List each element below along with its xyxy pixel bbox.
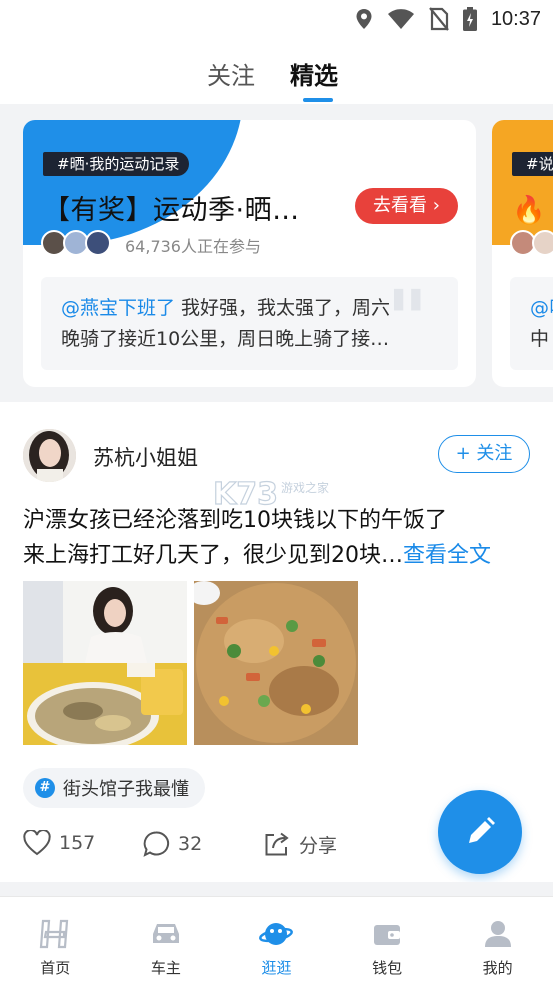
quote-line-2: 中 [530, 328, 550, 350]
nav-label: 首页 [40, 959, 71, 977]
nav-item-home[interactable]: 首页 [0, 897, 111, 983]
pencil-icon [469, 817, 495, 843]
nav-label: 车主 [150, 959, 181, 977]
quote-username[interactable]: @叫 [530, 297, 553, 319]
compose-button[interactable] [438, 790, 522, 874]
status-time: 10:37 [490, 7, 541, 30]
svg-text:游戏之家: 游戏之家 [281, 480, 329, 495]
post-hashtag[interactable]: # 街头馆子我最懂 [23, 768, 205, 808]
participant-count: 64,736人正在参与 [125, 237, 261, 256]
featured-quote[interactable]: @叫 中 [510, 277, 553, 370]
comment-icon [143, 831, 170, 857]
hashtag-label: 街头馆子我最懂 [63, 779, 189, 800]
topic-carousel[interactable]: #晒·我的运动记录 【有奖】运动季·晒… 去看看 › 64,736人正在参与 "… [0, 104, 553, 402]
topic-card[interactable]: #晒·我的运动记录 【有奖】运动季·晒… 去看看 › 64,736人正在参与 "… [23, 120, 476, 387]
nav-item-profile[interactable]: 我的 [442, 897, 553, 983]
heart-icon [23, 830, 51, 856]
topic-card[interactable]: #说 🔥 口 @叫 中 [492, 120, 553, 387]
section-divider [0, 882, 553, 896]
quote-line-1: 我好强，我太强了，周六 [175, 297, 391, 319]
author-avatar[interactable] [23, 429, 76, 482]
comment-button[interactable]: 32 [142, 830, 202, 858]
topic-tag[interactable]: #晒·我的运动记录 [43, 152, 190, 176]
participant-avatars [41, 230, 111, 256]
status-icons: 10:37 [355, 4, 541, 34]
post-title: 沪漂女孩已经沦落到吃10块钱以下的午饭了 [23, 508, 447, 533]
no-sim-icon [429, 7, 449, 31]
top-tabs: 关注 精选 [0, 48, 553, 104]
home-icon [40, 919, 69, 949]
quote-line-2: 晚骑了接近10公里，周日晚上骑了接… [61, 328, 390, 350]
nav-label: 逛逛 [261, 959, 292, 977]
topic-title: 🔥 口 [512, 195, 553, 226]
wifi-icon [387, 9, 414, 29]
participant-avatars [510, 230, 553, 256]
planet-icon [259, 923, 294, 945]
avatar [532, 230, 553, 256]
nav-item-car-owner[interactable]: 车主 [111, 897, 222, 983]
quote-text: @叫 中 [530, 293, 553, 355]
avatar [85, 230, 111, 256]
nav-label: 我的 [482, 959, 513, 977]
like-button[interactable]: 157 [23, 830, 95, 856]
quote-username[interactable]: @燕宝下班了 [61, 297, 175, 319]
share-button[interactable]: 分享 [263, 830, 337, 858]
nav-label: 钱包 [372, 959, 403, 977]
post-body: 来上海打工好几天了，很少见到20块…查看全文 [23, 537, 491, 569]
featured-quote[interactable]: " @燕宝下班了 我好强，我太强了，周六 晚骑了接近10公里，周日晚上骑了接… [41, 277, 458, 370]
active-tab-indicator [303, 98, 333, 102]
status-bar: 10:37 [0, 0, 553, 38]
quote-text: @燕宝下班了 我好强，我太强了，周六 晚骑了接近10公里，周日晚上骑了接… [61, 293, 438, 355]
like-count: 157 [59, 832, 96, 854]
nav-item-wallet[interactable]: 钱包 [332, 897, 443, 983]
post-excerpt: 来上海打工好几天了，很少见到20块… [23, 543, 403, 568]
post-image[interactable] [194, 581, 358, 745]
topic-title: 【有奖】运动季·晒… [43, 195, 300, 226]
go-see-button[interactable]: 去看看 › [355, 188, 458, 224]
comment-count: 32 [178, 833, 203, 855]
profile-icon [484, 921, 511, 947]
post-image[interactable] [23, 581, 187, 745]
author-name[interactable]: 苏杭小姐姐 [93, 442, 198, 472]
location-icon [356, 9, 372, 29]
share-icon [265, 832, 289, 856]
follow-button[interactable]: + 关注 [438, 435, 530, 473]
nav-item-explore[interactable]: 逛逛 [221, 897, 332, 983]
share-label: 分享 [299, 834, 338, 857]
tab-featured[interactable]: 精选 [290, 56, 338, 91]
car-icon [152, 924, 179, 943]
hashtag-icon: # [35, 778, 55, 798]
battery-charging-icon [462, 7, 477, 31]
wallet-icon [374, 925, 401, 945]
topic-tag[interactable]: #说 [512, 152, 553, 176]
go-see-label: 去看看 [373, 195, 428, 216]
read-more-link[interactable]: 查看全文 [403, 543, 491, 568]
tab-follow[interactable]: 关注 [207, 56, 255, 91]
bottom-nav: 首页 车主 逛逛 钱包 我的 [0, 896, 553, 983]
chevron-right-icon: › [432, 195, 440, 216]
